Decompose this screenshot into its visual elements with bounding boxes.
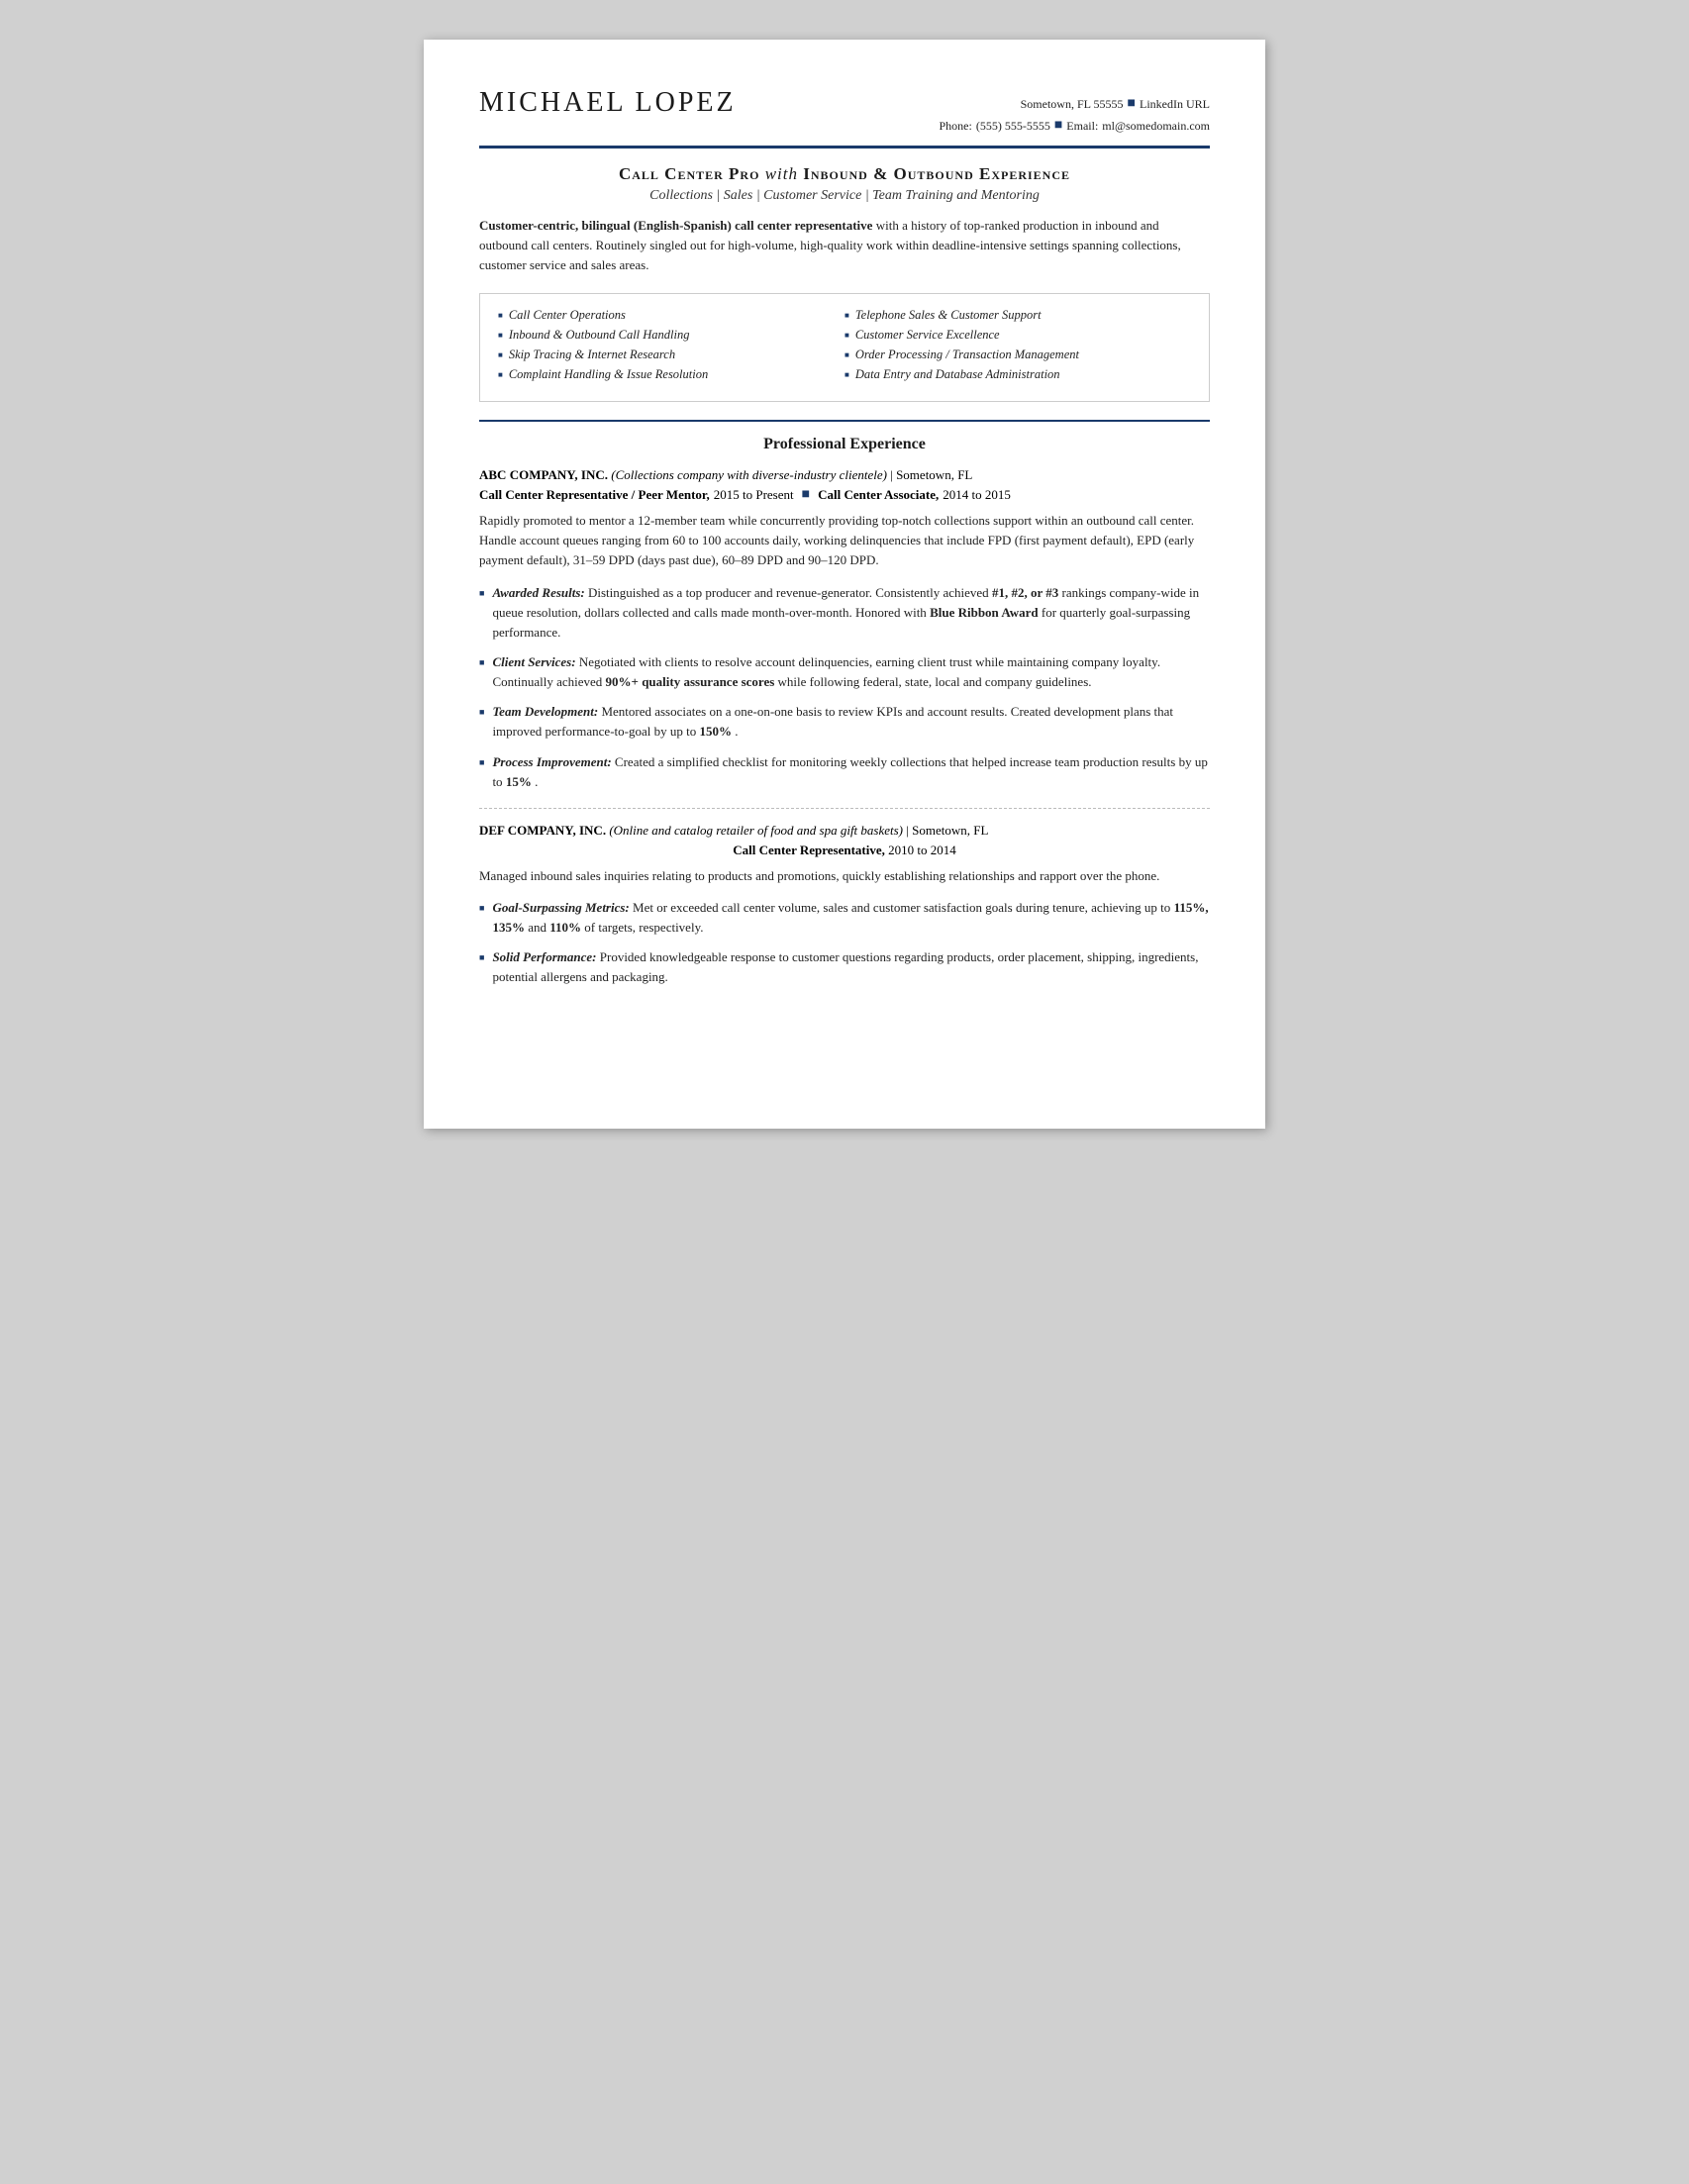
header-section: Michael Lopez Sometown, FL 55555 ■ Linke… <box>479 87 1210 138</box>
bullet-list-abc: Awarded Results: Distinguished as a top … <box>479 583 1210 792</box>
company-abc-description: (Collections company with diverse-indust… <box>611 467 887 482</box>
title-part2: Inbound & Outbound Experience <box>803 164 1070 183</box>
header-divider <box>479 146 1210 149</box>
bullet-client-label: Client Services: <box>492 654 575 669</box>
summary-section: Customer-centric, bilingual (English-Spa… <box>479 216 1210 275</box>
skill-item: Order Processing / Transaction Managemen… <box>844 347 1191 362</box>
bullet-list-def: Goal-Surpassing Metrics: Met or exceeded… <box>479 898 1210 988</box>
candidate-name: Michael Lopez <box>479 87 737 119</box>
skill-item: Telephone Sales & Customer Support <box>844 308 1191 323</box>
skill-item: Inbound & Outbound Call Handling <box>498 328 844 343</box>
bullet-goal-text2: and <box>528 920 549 935</box>
bullet-process-content: Process Improvement: Created a simplifie… <box>492 752 1210 792</box>
bullet-goal-text3: of targets, respectively. <box>584 920 703 935</box>
email-label: Email: <box>1066 117 1098 136</box>
bullet-goal-content: Goal-Surpassing Metrics: Met or exceeded… <box>492 898 1210 938</box>
skills-right: Telephone Sales & Customer Support Custom… <box>844 308 1191 387</box>
def-role-title: Call Center Representative, <box>733 843 885 857</box>
bullet-client-text2: while following federal, state, local an… <box>778 674 1092 689</box>
role-title-1: Call Center Representative / Peer Mentor… <box>479 487 710 503</box>
name-block: Michael Lopez <box>479 87 737 119</box>
bullet-goal-text1: Met or exceeded call center volume, sale… <box>633 900 1174 915</box>
job-body-abc: Rapidly promoted to mentor a 12-member t… <box>479 511 1210 570</box>
bullet-solid-performance: Solid Performance: Provided knowledgeabl… <box>479 947 1210 987</box>
bullet-goal-surpassing: Goal-Surpassing Metrics: Met or exceeded… <box>479 898 1210 938</box>
company-def-description: (Online and catalog retailer of food and… <box>609 823 903 838</box>
contact-block: Sometown, FL 55555 ■ LinkedIn URL Phone:… <box>939 87 1210 138</box>
bullet-client-services: Client Services: Negotiated with clients… <box>479 652 1210 692</box>
bullet-client-bold: 90%+ quality assurance scores <box>606 674 775 689</box>
skill-item: Skip Tracing & Internet Research <box>498 347 844 362</box>
bullet-team-content: Team Development: Mentored associates on… <box>492 702 1210 742</box>
skill-item: Customer Service Excellence <box>844 328 1191 343</box>
section-divider <box>479 420 1210 422</box>
skill-item: Complaint Handling & Issue Resolution <box>498 367 844 382</box>
bullet-awarded-results: Awarded Results: Distinguished as a top … <box>479 583 1210 643</box>
company-abc: ABC COMPANY, INC. (Collections company w… <box>479 467 1210 792</box>
bullet-goal-bold2: 110% <box>549 920 581 935</box>
bullet-awarded-content: Awarded Results: Distinguished as a top … <box>492 583 1210 643</box>
company-def-location: Sometown, FL <box>912 823 988 838</box>
bullet-solid-label: Solid Performance: <box>492 949 596 964</box>
bullet-team-bold: 150% <box>699 724 732 739</box>
bullet-awarded-bold: #1, #2, or #3 <box>992 585 1058 600</box>
bullet-awarded-bold2: Blue Ribbon Award <box>930 605 1039 620</box>
bullet-process-improvement: Process Improvement: Created a simplifie… <box>479 752 1210 792</box>
contact-bullet-2: ■ <box>1054 115 1062 137</box>
email-address: ml@somedomain.com <box>1102 117 1210 136</box>
bullet-process-text2: . <box>535 774 538 789</box>
job-title-def: Call Center Representative, 2010 to 2014 <box>479 843 1210 858</box>
bullet-solid-text: Provided knowledgeable response to custo… <box>492 949 1198 984</box>
company-abc-location: Sometown, FL <box>896 467 972 482</box>
job-title-abc: Call Center Representative / Peer Mentor… <box>479 487 1210 503</box>
contact-line-2: Phone: (555) 555-5555 ■ Email: ml@somedo… <box>939 115 1210 137</box>
role-dates-2: 2014 to 2015 <box>943 487 1011 503</box>
bullet-team-text2: . <box>735 724 738 739</box>
bullet-solid-content: Solid Performance: Provided knowledgeabl… <box>492 947 1210 987</box>
resume-page: Michael Lopez Sometown, FL 55555 ■ Linke… <box>424 40 1265 1129</box>
company-def-header: DEF COMPANY, INC. (Online and catalog re… <box>479 823 1210 839</box>
bullet-team-label: Team Development: <box>492 704 598 719</box>
main-job-title: Call Center Pro with Inbound & Outbound … <box>479 164 1210 184</box>
job-body-def: Managed inbound sales inquiries relating… <box>479 866 1210 886</box>
company-def-name: DEF COMPANY, INC. <box>479 823 606 838</box>
title-connector: with <box>765 164 804 183</box>
city-state: Sometown, FL 55555 <box>1021 95 1124 114</box>
bullet-client-content: Client Services: Negotiated with clients… <box>492 652 1210 692</box>
bullet-awarded-label: Awarded Results: <box>492 585 584 600</box>
bullet-process-label: Process Improvement: <box>492 754 611 769</box>
contact-line-1: Sometown, FL 55555 ■ LinkedIn URL <box>939 93 1210 115</box>
company-def: DEF COMPANY, INC. (Online and catalog re… <box>479 823 1210 988</box>
summary-bold: Customer-centric, bilingual (English-Spa… <box>479 218 872 233</box>
company-abc-name: ABC COMPANY, INC. <box>479 467 608 482</box>
linkedin-url: LinkedIn URL <box>1140 95 1210 114</box>
def-role-dates: 2010 to 2014 <box>888 843 956 857</box>
contact-bullet-1: ■ <box>1128 93 1136 115</box>
skills-box: Call Center Operations Inbound & Outbound… <box>479 293 1210 402</box>
bullet-process-bold: 15% <box>506 774 532 789</box>
bullet-awarded-text1: Distinguished as a top producer and reve… <box>588 585 992 600</box>
skill-item: Data Entry and Database Administration <box>844 367 1191 382</box>
role-title-2: Call Center Associate, <box>818 487 939 503</box>
company-divider <box>479 808 1210 809</box>
phone-number: (555) 555-5555 <box>976 117 1050 136</box>
role-bullet: ■ <box>802 487 810 503</box>
skills-left: Call Center Operations Inbound & Outbound… <box>498 308 844 387</box>
skill-item: Call Center Operations <box>498 308 844 323</box>
title-part1: Call Center Pro <box>619 164 759 183</box>
professional-experience-title: Professional Experience <box>479 436 1210 453</box>
bullet-team-development: Team Development: Mentored associates on… <box>479 702 1210 742</box>
company-abc-header: ABC COMPANY, INC. (Collections company w… <box>479 467 1210 483</box>
phone-label: Phone: <box>939 117 971 136</box>
title-section: Call Center Pro with Inbound & Outbound … <box>479 164 1210 204</box>
bullet-goal-label: Goal-Surpassing Metrics: <box>492 900 629 915</box>
title-subtitle: Collections | Sales | Customer Service |… <box>479 188 1210 204</box>
role-dates-1: 2015 to Present <box>714 487 794 503</box>
